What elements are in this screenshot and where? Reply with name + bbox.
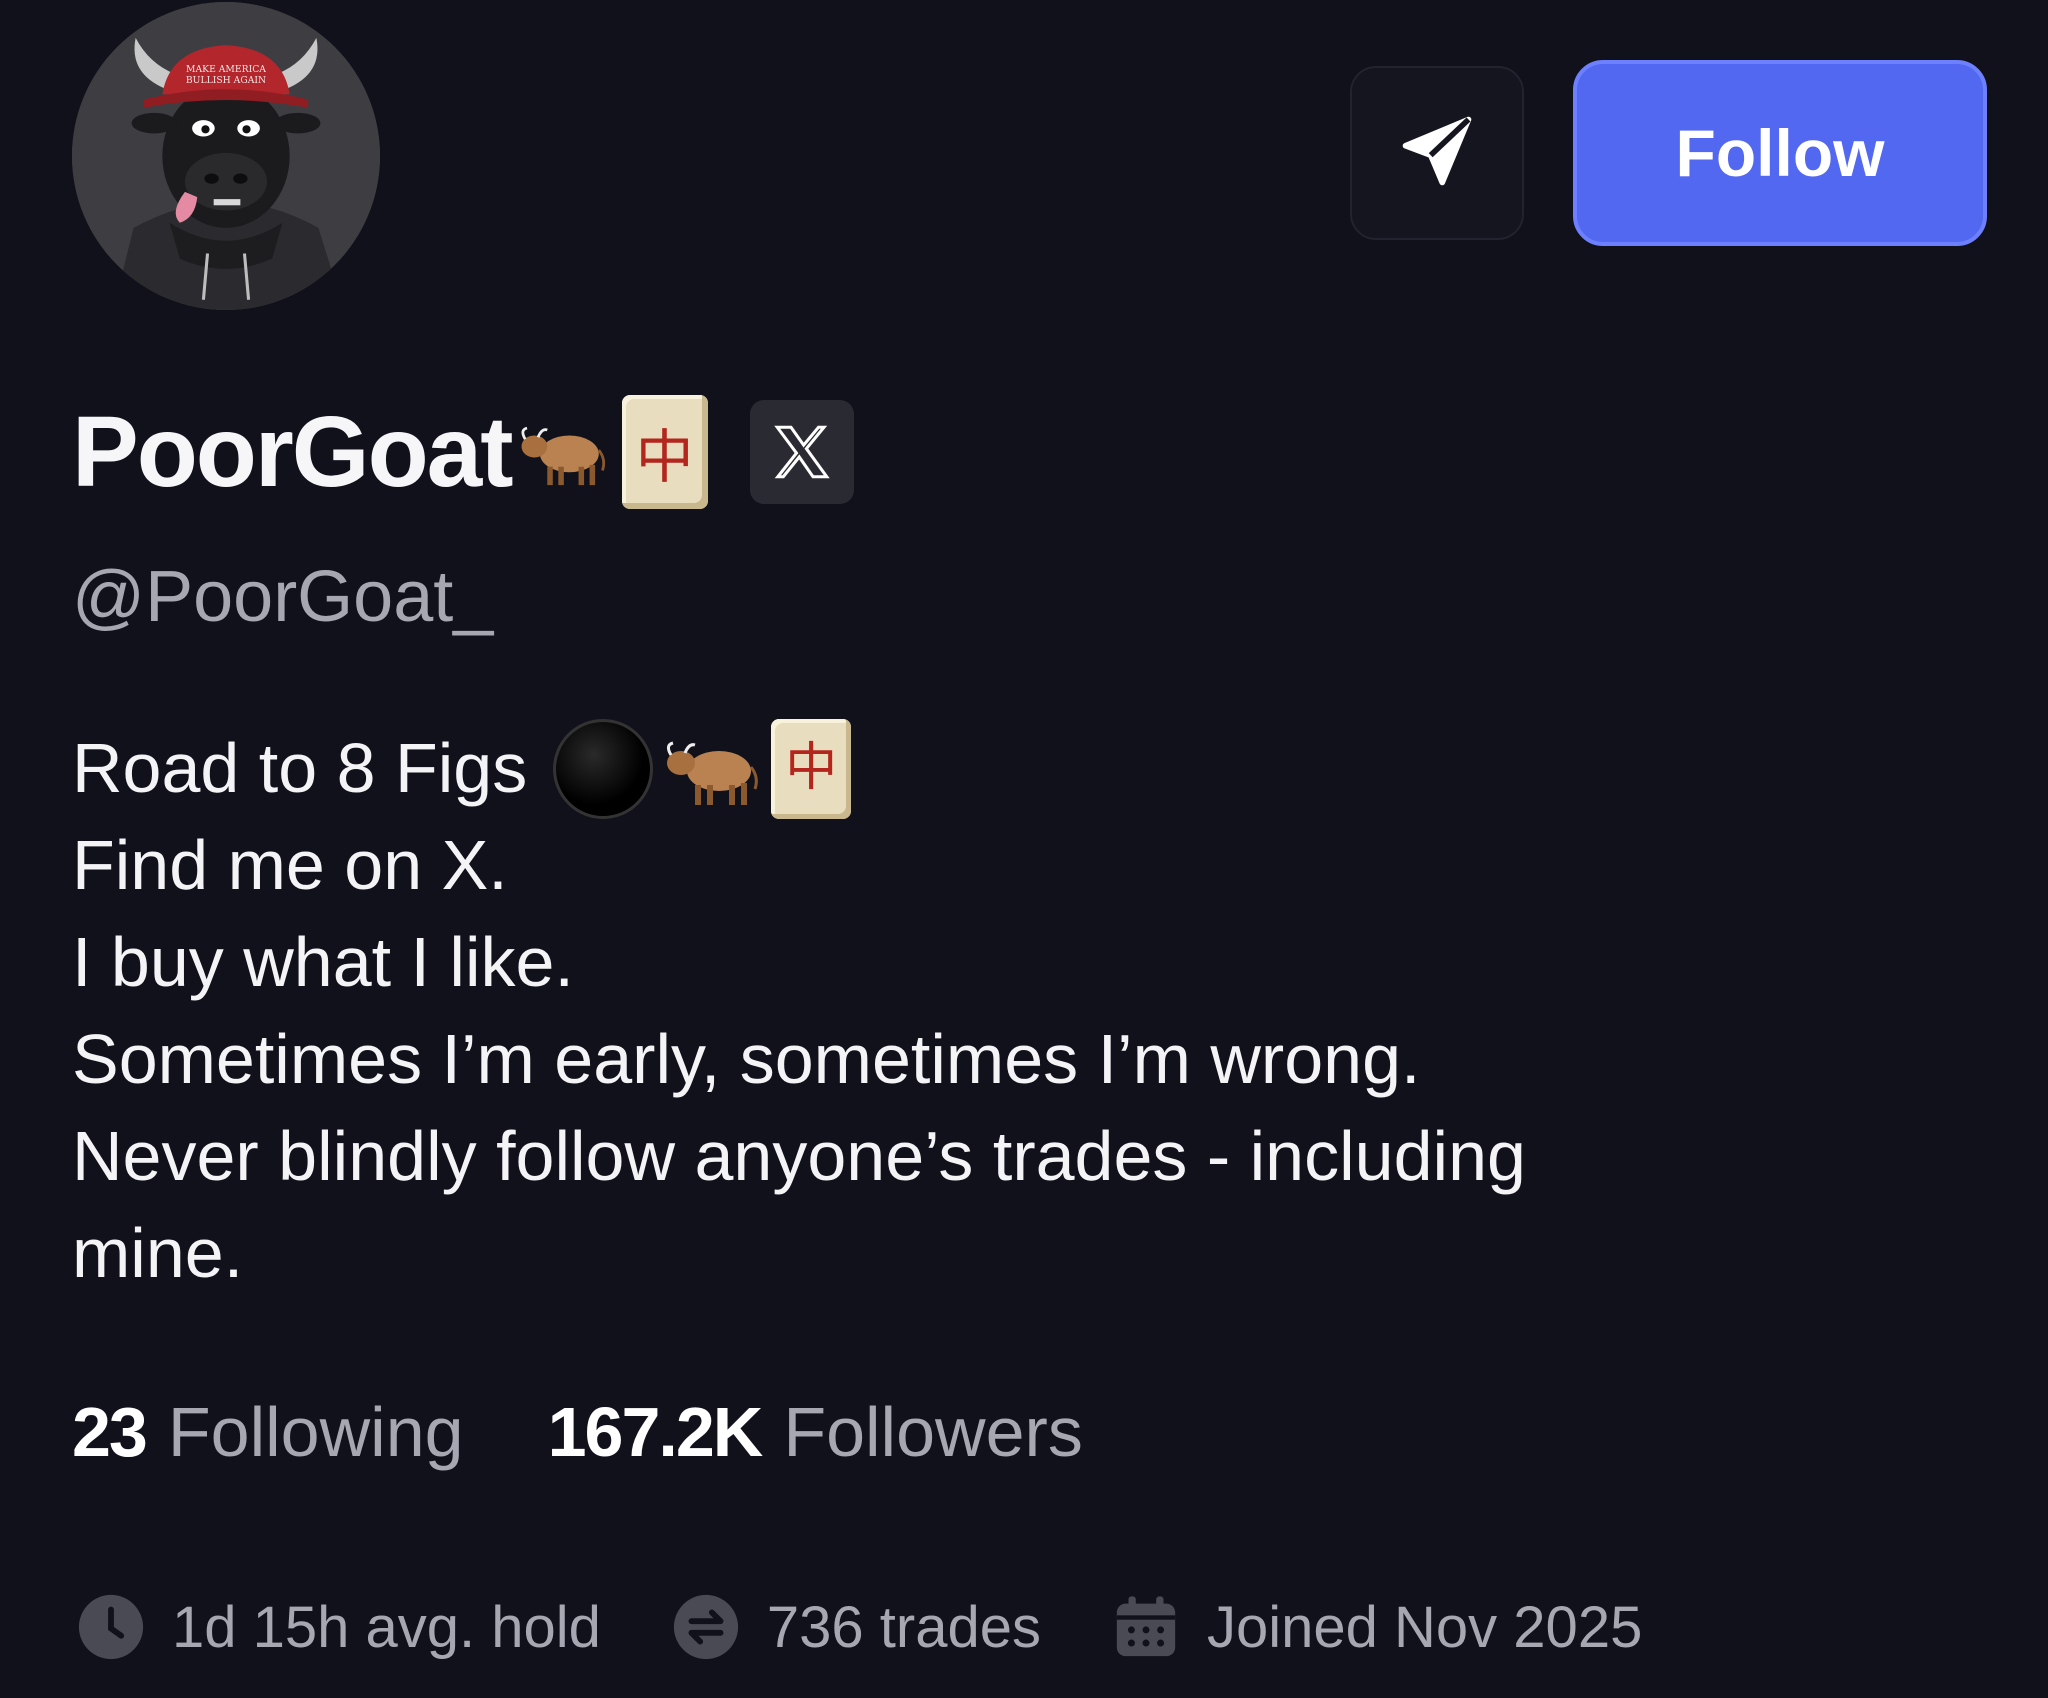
user-handle: @PoorGoat_	[72, 557, 494, 637]
following-label: Following	[167, 1393, 464, 1471]
bio-line-1: Road to 8 Figs 中	[72, 718, 1952, 819]
avatar[interactable]: MAKE AMERICA BULLISH AGAIN	[72, 2, 380, 310]
mahjong-red-dragon-icon: 中	[621, 395, 708, 509]
followers-label: Followers	[783, 1393, 1083, 1471]
following-stat[interactable]: 23 Following	[72, 1392, 464, 1472]
bio-line-4: Sometimes I’m early, sometimes I’m wrong…	[72, 1020, 1421, 1098]
swap-icon	[673, 1594, 739, 1660]
avatar-bull-image: MAKE AMERICA BULLISH AGAIN	[72, 2, 380, 310]
avg-hold-text: 1d 15h avg. hold	[172, 1594, 601, 1660]
joined-item: Joined Nov 2025	[1111, 1592, 1642, 1662]
follow-button[interactable]: Follow	[1573, 60, 1987, 246]
ox-icon	[516, 406, 608, 498]
share-button[interactable]	[1350, 66, 1524, 240]
following-count: 23	[72, 1393, 148, 1471]
x-link-button[interactable]	[749, 400, 854, 504]
svg-text:MAKE AMERICA: MAKE AMERICA	[186, 64, 266, 75]
bio-line-5: Never blindly follow anyone’s trades - i…	[72, 1117, 1526, 1195]
mahjong-red-dragon-icon: 中	[771, 718, 852, 819]
trades-item: 736 trades	[671, 1592, 1041, 1662]
svg-text:BULLISH AGAIN: BULLISH AGAIN	[186, 75, 266, 86]
avg-hold-item: 1d 15h avg. hold	[76, 1592, 601, 1662]
followers-count: 167.2K	[547, 1393, 764, 1471]
send-icon	[1395, 109, 1479, 198]
trades-text: 736 trades	[766, 1594, 1042, 1660]
bio-line-3: I buy what I like.	[72, 923, 574, 1001]
x-logo-icon	[773, 425, 830, 479]
follow-stats: 23 Following 167.2K Followers	[72, 1392, 1083, 1472]
bio: Road to 8 Figs 中 Find me on X. I buy wha…	[72, 718, 1952, 1302]
name-row: PoorGoat 中	[72, 392, 854, 512]
display-name: PoorGoat	[72, 395, 514, 508]
black-circle-icon	[553, 718, 654, 819]
bio-line-1-text: Road to 8 Figs	[72, 729, 528, 807]
trader-meta: 1d 15h avg. hold 736 trades Joined Nov 2…	[76, 1592, 1642, 1662]
ox-icon	[659, 719, 763, 819]
clock-icon	[78, 1594, 144, 1660]
followers-stat[interactable]: 167.2K Followers	[548, 1392, 1083, 1472]
joined-text: Joined Nov 2025	[1207, 1594, 1643, 1660]
bio-line-2: Find me on X.	[72, 826, 508, 904]
calendar-icon	[1116, 1596, 1176, 1657]
bio-line-6: mine.	[72, 1214, 244, 1292]
